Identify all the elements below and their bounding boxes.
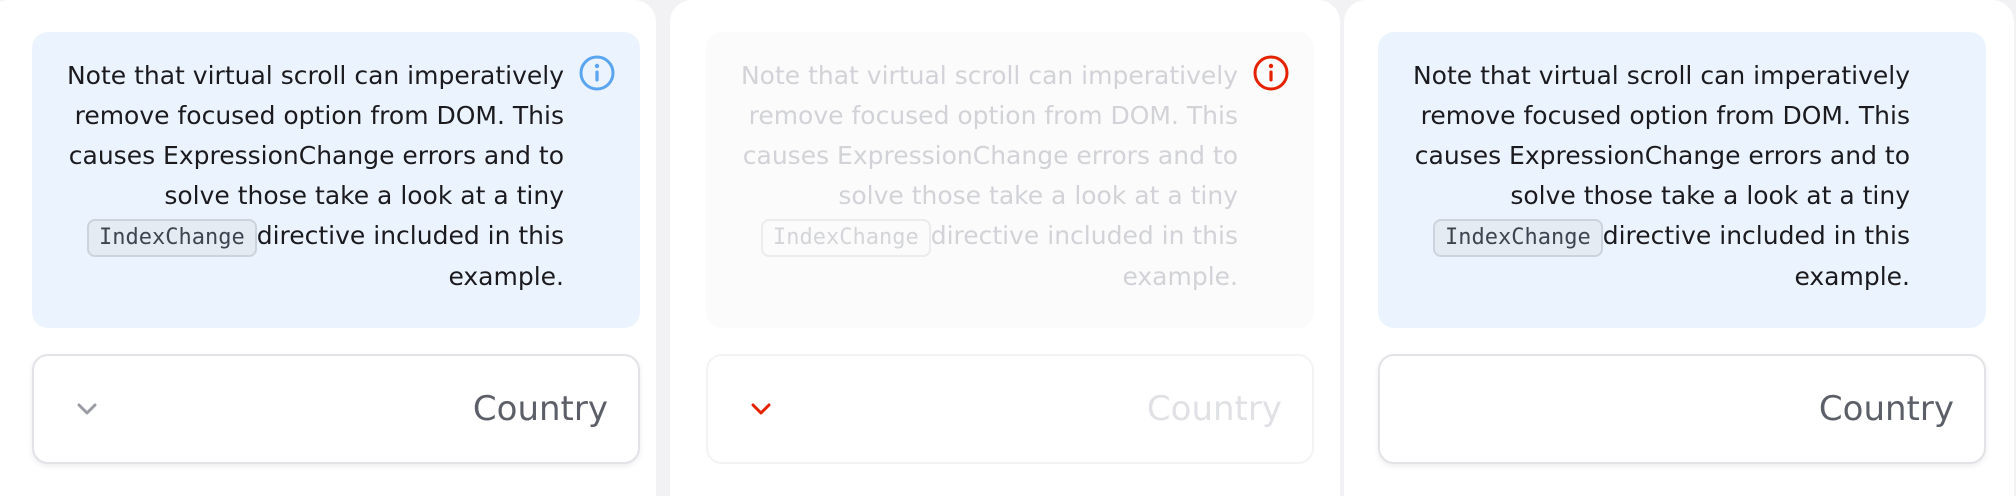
notice-line-1: Note that virtual scroll can imperativel… bbox=[66, 61, 564, 90]
notice-line-5-text: directive included in this bbox=[930, 221, 1238, 250]
select-label: Country bbox=[1146, 389, 1282, 429]
notice-line-4: solve those take a look at a tiny bbox=[1510, 181, 1910, 210]
notice-line-3: causes ExpressionChange errors and to bbox=[68, 141, 564, 170]
notice-line-5: directive included in thisIndexChange bbox=[44, 216, 564, 257]
notice-line-3: causes ExpressionChange errors and to bbox=[1414, 141, 1910, 170]
examples-row: Note that virtual scroll can imperativel… bbox=[0, 0, 2016, 496]
notice-line-1: Note that virtual scroll can imperativel… bbox=[1412, 61, 1910, 90]
notice-line-5-text: directive included in this bbox=[256, 221, 564, 250]
notification-text: Note that virtual scroll can imperativel… bbox=[44, 56, 564, 297]
notice-line-4: solve those take a look at a tiny bbox=[838, 181, 1238, 210]
code-snippet: IndexChange bbox=[87, 219, 257, 257]
notification-text: Note that virtual scroll can imperativel… bbox=[1390, 56, 1910, 297]
country-select-disabled: Country bbox=[706, 354, 1314, 464]
example-panel-disabled: Note that virtual scroll can imperativel… bbox=[670, 0, 1340, 496]
info-notification: Note that virtual scroll can imperativel… bbox=[706, 32, 1314, 328]
code-snippet: IndexChange bbox=[761, 219, 931, 257]
info-notification: Note that virtual scroll can imperativel… bbox=[1378, 32, 1986, 328]
country-select[interactable]: Country bbox=[1378, 354, 1986, 464]
notice-line-4: solve those take a look at a tiny bbox=[164, 181, 564, 210]
notice-line-5-text: directive included in this bbox=[1602, 221, 1910, 250]
notice-line-2: remove focused option from DOM. This bbox=[748, 101, 1238, 130]
chevron-down-icon bbox=[751, 403, 771, 415]
notice-line-1: Note that virtual scroll can imperativel… bbox=[740, 61, 1238, 90]
code-snippet: IndexChange bbox=[1433, 219, 1603, 257]
notice-line-6: .example bbox=[1794, 262, 1910, 291]
example-panel-no-arrow: Note that virtual scroll can imperativel… bbox=[1344, 0, 2014, 496]
info-icon bbox=[579, 55, 615, 91]
select-label: Country bbox=[472, 389, 608, 429]
notice-line-5: directive included in thisIndexChange bbox=[1390, 216, 1910, 257]
example-panel-default: Note that virtual scroll can imperativel… bbox=[0, 0, 656, 496]
notice-line-6: .example bbox=[1122, 262, 1238, 291]
notice-line-5: directive included in thisIndexChange bbox=[718, 216, 1238, 257]
notice-line-6: .example bbox=[448, 262, 564, 291]
alert-icon bbox=[1253, 55, 1289, 91]
select-label: Country bbox=[1818, 389, 1954, 429]
info-notification: Note that virtual scroll can imperativel… bbox=[32, 32, 640, 328]
notice-line-2: remove focused option from DOM. This bbox=[74, 101, 564, 130]
notice-line-3: causes ExpressionChange errors and to bbox=[742, 141, 1238, 170]
notice-line-2: remove focused option from DOM. This bbox=[1420, 101, 1910, 130]
country-select[interactable]: Country bbox=[32, 354, 640, 464]
notification-text: Note that virtual scroll can imperativel… bbox=[718, 56, 1238, 297]
chevron-down-icon[interactable] bbox=[74, 396, 100, 422]
